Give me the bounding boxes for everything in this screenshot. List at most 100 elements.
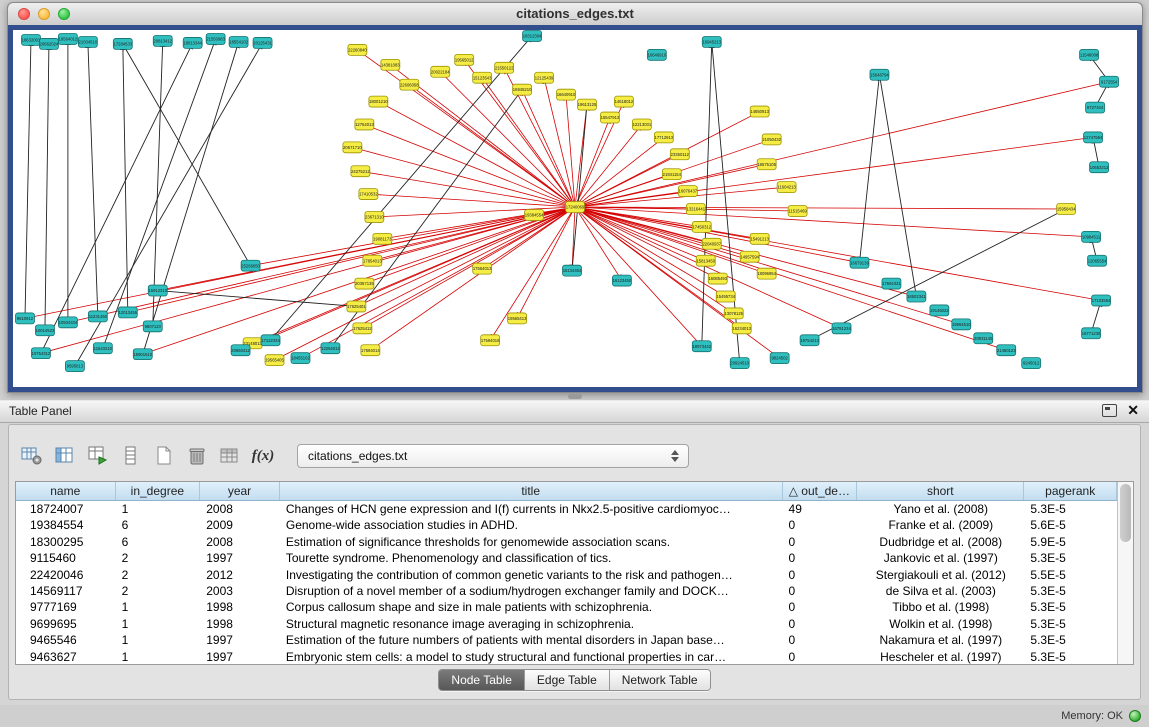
graph-node[interactable]: 25266050 (241, 260, 260, 271)
graph-node[interactable]: 17712913 (654, 132, 673, 143)
graph-node[interactable]: 15134454 (563, 265, 582, 276)
table-cell[interactable]: 0 (783, 632, 858, 648)
graph-node[interactable]: 18312304 (523, 30, 542, 41)
table-cell[interactable]: Corpus callosum shape and size in male p… (280, 599, 783, 615)
graph-node[interactable]: 12254012 (321, 343, 340, 354)
graph-node[interactable]: 9727344 (1086, 102, 1105, 113)
close-panel-icon[interactable]: ✕ (1127, 403, 1139, 417)
table-row[interactable]: 2242004622012Investigating the contribut… (16, 567, 1117, 583)
graph-node[interactable]: 20022184 (431, 66, 450, 77)
graph-node[interactable]: 19145022 (930, 305, 949, 316)
graph-node[interactable]: 11604213 (777, 182, 796, 193)
table-cell[interactable]: 5.3E-5 (1024, 632, 1117, 648)
graph-node[interactable]: 18455102 (291, 353, 310, 364)
graph-node[interactable]: 19564012 (58, 33, 77, 44)
tab-edge-table[interactable]: Edge Table (525, 670, 610, 690)
network-graph[interactable]: 1724006922260840143810832260605818001210… (13, 30, 1137, 387)
graph-node[interactable]: 16945210 (513, 84, 532, 95)
graph-edge[interactable] (241, 207, 575, 350)
graph-node[interactable]: 18502341 (907, 291, 926, 302)
table-cell[interactable]: 2009 (200, 517, 280, 533)
graph-edge[interactable] (440, 72, 575, 207)
graph-node[interactable]: 24275212 (351, 166, 370, 177)
table-row[interactable]: 946554611997Estimation of the future num… (16, 632, 1117, 648)
graph-node[interactable]: 9510912 (15, 313, 34, 324)
table-cell[interactable]: 0 (783, 534, 858, 550)
float-panel-icon[interactable] (1102, 404, 1117, 417)
graph-node[interactable]: 14618012 (614, 96, 633, 107)
column-header-2[interactable]: year (200, 482, 280, 500)
graph-node[interactable]: 17694321 (882, 278, 901, 289)
table-cell[interactable]: 0 (783, 616, 858, 632)
graph-node[interactable]: 19384554 (525, 209, 544, 220)
graph-edge[interactable] (575, 207, 750, 257)
graph-node[interactable]: 15547913 (600, 112, 619, 123)
table-cell[interactable]: Tibbo et al. (1998) (857, 599, 1024, 615)
table-cell[interactable]: 5.3E-5 (1024, 583, 1117, 599)
table-cell[interactable]: 2 (116, 583, 201, 599)
table-cell[interactable]: 5.9E-5 (1024, 534, 1117, 550)
graph-node[interactable]: 15912310 (148, 285, 167, 296)
graph-node[interactable]: 17410532 (359, 189, 378, 200)
table-cell[interactable]: Wolkin et al. (1998) (857, 616, 1024, 632)
scrollbar-thumb[interactable] (1120, 484, 1131, 542)
graph-node[interactable]: 15648794 (870, 69, 889, 80)
graph-node[interactable]: 9807123 (143, 321, 162, 332)
graph-node[interactable]: 16123450 (612, 275, 631, 286)
table-cell[interactable]: Changes of HCN gene expression and I(f) … (280, 501, 783, 517)
graph-edge[interactable] (41, 43, 193, 353)
table-cell[interactable]: 1997 (200, 649, 280, 664)
column-header-6[interactable]: pagerank (1024, 482, 1117, 500)
table-cell[interactable]: Yano et al. (2008) (857, 501, 1024, 517)
panel-splitter-handle[interactable] (568, 394, 582, 399)
graph-edge[interactable] (25, 40, 31, 318)
graph-edge[interactable] (128, 207, 575, 312)
table-row[interactable]: 911546021997Tourette syndrome. Phenomeno… (16, 550, 1117, 566)
graph-node[interactable]: 15123543 (473, 72, 492, 83)
table-cell[interactable]: 1 (116, 632, 201, 648)
graph-node[interactable]: 12754013 (355, 119, 374, 130)
table-cell[interactable]: 14569117 (16, 583, 116, 599)
table-row[interactable]: 1938455462009Genome-wide association stu… (16, 517, 1117, 533)
graph-node[interactable]: 11543210 (93, 343, 112, 354)
table-cell[interactable]: 9777169 (16, 599, 116, 615)
graph-node[interactable]: 16791234 (832, 323, 851, 334)
graph-edge[interactable] (352, 147, 575, 207)
table-cell[interactable]: 0 (783, 567, 858, 583)
table-cell[interactable]: 0 (783, 649, 858, 664)
table-cell[interactable]: 5.5E-5 (1024, 567, 1117, 583)
graph-node[interactable]: 20931145 (974, 333, 993, 344)
graph-node[interactable]: 18973442 (692, 341, 711, 352)
graph-node[interactable]: 16945213 (702, 36, 721, 47)
graph-node[interactable]: 18554102 (229, 36, 248, 47)
table-cell[interactable]: Genome-wide association studies in ADHD. (280, 517, 783, 533)
graph-edge[interactable] (572, 105, 587, 271)
graph-edge[interactable] (356, 207, 575, 306)
table-header-row[interactable]: namein_degreeyeartitle△ out_de…shortpage… (16, 482, 1117, 501)
graph-node[interactable]: 12065554 (1088, 255, 1107, 266)
graph-node[interactable]: 18001210 (369, 96, 388, 107)
graph-node[interactable]: 20662024 (39, 38, 58, 49)
graph-node[interactable]: 10014523 (35, 325, 54, 336)
graph-node[interactable]: 23350112 (670, 149, 689, 160)
graph-edge[interactable] (123, 44, 251, 266)
graph-edge[interactable] (360, 171, 575, 207)
graph-node[interactable]: 11548008 (1080, 49, 1099, 60)
graph-node[interactable]: 21931154 (662, 169, 681, 180)
graph-node[interactable]: 17625412 (353, 323, 372, 334)
graph-node[interactable]: 20357135 (355, 278, 374, 289)
graph-node[interactable]: 18575105 (757, 159, 776, 170)
graph-edge[interactable] (575, 207, 706, 261)
table-cell[interactable]: 0 (783, 583, 858, 599)
graph-node[interactable]: 19081173 (373, 233, 392, 244)
table-cell[interactable]: 18724007 (16, 501, 116, 517)
graph-edge[interactable] (575, 112, 760, 207)
graph-node[interactable]: 22606058 (400, 79, 419, 90)
table-cell[interactable]: 2 (116, 567, 201, 583)
graph-edge[interactable] (41, 207, 575, 353)
graph-node[interactable]: 21550122 (495, 62, 514, 73)
graph-edge[interactable] (123, 44, 128, 312)
table-cell[interactable]: 1 (116, 649, 201, 664)
table-button[interactable] (217, 443, 243, 469)
graph-edge[interactable] (368, 194, 575, 207)
